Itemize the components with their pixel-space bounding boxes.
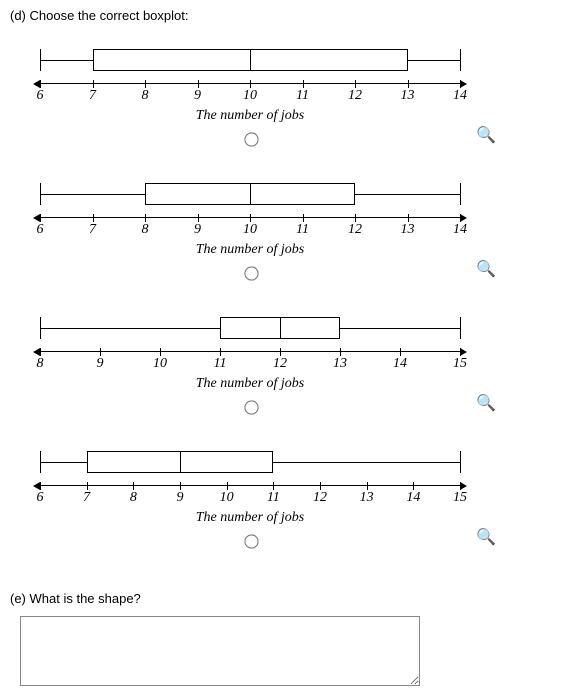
boxplot-1 (40, 43, 460, 77)
boxplot-2 (40, 177, 460, 211)
shape-answer-input[interactable] (20, 616, 420, 686)
boxplot-option-3: 8 9 10 11 12 13 14 15 The number of jobs 🔍 (10, 311, 551, 417)
tick-label: 7 (89, 222, 96, 238)
zoom-icon[interactable]: 🔍 (476, 527, 496, 547)
tick-label: 9 (194, 222, 201, 238)
tick-label: 11 (296, 222, 309, 238)
tick-label: 8 (142, 222, 149, 238)
tick-label: 7 (89, 88, 96, 104)
tick-label: 6 (37, 222, 44, 238)
axis-title: The number of jobs (40, 376, 460, 392)
option-1-radio[interactable] (244, 132, 258, 146)
tick-label: 10 (220, 490, 234, 506)
tick-labels: 6789101112131415 (40, 490, 460, 508)
axis-title: The number of jobs (40, 510, 460, 526)
tick-label: 9 (194, 88, 201, 104)
tick-label: 10 (243, 222, 257, 238)
option-3-radio[interactable] (244, 400, 258, 414)
axis-title: The number of jobs (40, 242, 460, 258)
axis-line (40, 351, 460, 352)
tick-label: 14 (453, 88, 467, 104)
zoom-icon[interactable]: 🔍 (476, 259, 496, 279)
boxplot-option-1: 6 7 8 9 10 11 12 13 14 The number of jobs 🔍 (10, 43, 551, 149)
tick-label: 6 (37, 88, 44, 104)
tick-label: 12 (348, 88, 362, 104)
tick-label: 15 (453, 356, 467, 372)
tick-labels: 67891011121314 (40, 88, 460, 106)
tick-label: 11 (296, 88, 309, 104)
tick-label: 14 (393, 356, 407, 372)
tick-labels: 89101112131415 (40, 356, 460, 374)
tick-label: 13 (401, 222, 415, 238)
boxplot-option-4: 6 7 8 9 10 11 12 13 14 15 The number of jobs 🔍 (10, 445, 551, 551)
tick-label: 8 (130, 490, 137, 506)
tick-label: 8 (142, 88, 149, 104)
tick-label: 7 (83, 490, 90, 506)
tick-label: 6 (37, 490, 44, 506)
tick-label: 12 (348, 222, 362, 238)
tick-label: 12 (313, 490, 327, 506)
question-e-label: (e) What is the shape? (10, 591, 551, 606)
boxplot-4 (40, 445, 460, 479)
tick-label: 11 (267, 490, 280, 506)
tick-label: 8 (37, 356, 44, 372)
tick-label: 13 (333, 356, 347, 372)
tick-label: 11 (214, 356, 227, 372)
zoom-icon[interactable]: 🔍 (476, 393, 496, 413)
tick-label: 10 (243, 88, 257, 104)
question-d-label: (d) Choose the correct boxplot: (10, 8, 551, 23)
tick-label: 13 (360, 490, 374, 506)
axis-line (40, 485, 460, 486)
tick-label: 9 (176, 490, 183, 506)
tick-label: 12 (273, 356, 287, 372)
tick-label: 14 (406, 490, 420, 506)
tick-label: 14 (453, 222, 467, 238)
tick-label: 10 (153, 356, 167, 372)
tick-labels: 67891011121314 (40, 222, 460, 240)
axis-title: The number of jobs (40, 108, 460, 124)
tick-label: 15 (453, 490, 467, 506)
option-4-radio[interactable] (244, 534, 258, 548)
axis-line (40, 83, 460, 84)
option-2-radio[interactable] (244, 266, 258, 280)
tick-label: 9 (97, 356, 104, 372)
boxplot-3 (40, 311, 460, 345)
tick-label: 13 (401, 88, 415, 104)
axis-line (40, 217, 460, 218)
boxplot-option-2: 6 7 8 9 10 11 12 13 14 The number of jobs 🔍 (10, 177, 551, 283)
zoom-icon[interactable]: 🔍 (476, 125, 496, 145)
